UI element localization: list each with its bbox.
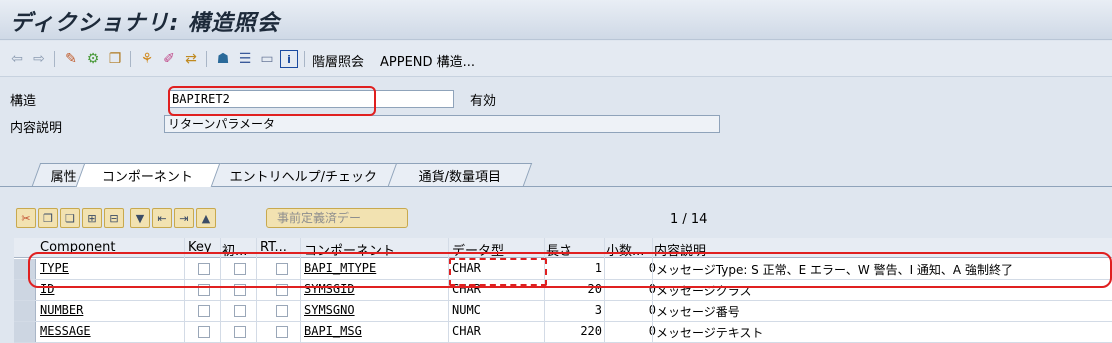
tab-entry-help[interactable]: エントリヘルプ/チェック	[209, 163, 399, 186]
data-type: NUMC	[452, 303, 481, 317]
predefined-type-button[interactable]: 事前定義済デー	[266, 208, 408, 228]
where-used-icon[interactable]: ✐	[160, 50, 178, 68]
object-list-icon[interactable]: ⇄	[182, 50, 200, 68]
hierarchy-icon[interactable]: ⚘	[138, 50, 156, 68]
layout-icon[interactable]: ☰	[236, 50, 254, 68]
activate-icon[interactable]: ⚙	[84, 50, 102, 68]
paste-icon[interactable]: ❏	[60, 208, 80, 228]
decimals: 0	[610, 324, 656, 338]
key-checkbox[interactable]	[198, 326, 210, 338]
scroll-up-icon[interactable]: ▲	[196, 208, 216, 228]
data-type: CHAR	[452, 324, 481, 338]
back-icon[interactable]: ⇦	[8, 50, 26, 68]
window-title: ディクショナリ: 構造照会	[10, 11, 280, 36]
length: 220	[580, 324, 602, 338]
tab-components[interactable]: コンポーネント	[75, 163, 221, 187]
row-selector[interactable]	[14, 322, 36, 342]
check-icon[interactable]: ❐	[106, 50, 124, 68]
table-row[interactable]: NUMBER SYMSGNO NUMC 3 0 メッセージ番号	[14, 301, 1112, 322]
component-type[interactable]: SYMSGNO	[304, 303, 355, 317]
forward-icon[interactable]: ⇨	[30, 50, 48, 68]
length: 3	[594, 303, 602, 317]
structure-label: 構造	[10, 94, 37, 109]
rt-checkbox[interactable]	[276, 305, 288, 317]
scroll-down-icon[interactable]: ▼	[130, 208, 150, 228]
table-row[interactable]: MESSAGE BAPI_MSG CHAR 220 0 メッセージテキスト	[14, 322, 1112, 343]
title-bar: ディクショナリ: 構造照会	[0, 0, 1112, 40]
insert-row-icon[interactable]: ⊞	[82, 208, 102, 228]
append-structure-button[interactable]: APPEND 構造...	[380, 51, 475, 70]
decimals: 0	[610, 303, 656, 317]
initial-checkbox[interactable]	[234, 305, 246, 317]
key-checkbox[interactable]	[198, 305, 210, 317]
description-label: 内容説明	[10, 121, 63, 136]
highlight-structure	[168, 86, 376, 116]
display-change-icon[interactable]: ✎	[62, 50, 80, 68]
application-toolbar: ⇦ ⇨ ✎ ⚙ ❐ ⚘ ✐ ⇄ ☗ ☰ ▭ i 階層照会 APPEND 構造..…	[0, 41, 1112, 77]
tab-currency-quantity[interactable]: 通貨/数量項目	[387, 163, 533, 186]
delete-row-icon[interactable]: ⊟	[104, 208, 124, 228]
pager: 1 / 14	[670, 212, 708, 227]
status-text: 有効	[470, 94, 497, 109]
info-icon[interactable]: i	[280, 50, 298, 68]
hierarchy-display-button[interactable]: 階層照会	[312, 51, 364, 70]
description: メッセージテキスト	[656, 326, 764, 340]
rt-checkbox[interactable]	[276, 326, 288, 338]
technical-settings-icon[interactable]: ☗	[214, 50, 232, 68]
description: メッセージ番号	[656, 305, 740, 319]
highlight-type-row	[28, 252, 1112, 288]
description-field[interactable]: リターンパラメータ	[164, 115, 720, 133]
first-page-icon[interactable]: ⇤	[152, 208, 172, 228]
component-name[interactable]: NUMBER	[40, 303, 83, 317]
table-icon[interactable]: ▭	[258, 50, 276, 68]
initial-checkbox[interactable]	[234, 326, 246, 338]
copy-icon[interactable]: ❐	[38, 208, 58, 228]
last-page-icon[interactable]: ⇥	[174, 208, 194, 228]
cut-icon[interactable]: ✂	[16, 208, 36, 228]
row-selector[interactable]	[14, 301, 36, 321]
component-name[interactable]: MESSAGE	[40, 324, 91, 338]
component-type[interactable]: BAPI_MSG	[304, 324, 362, 338]
highlight-data-type	[449, 258, 547, 286]
